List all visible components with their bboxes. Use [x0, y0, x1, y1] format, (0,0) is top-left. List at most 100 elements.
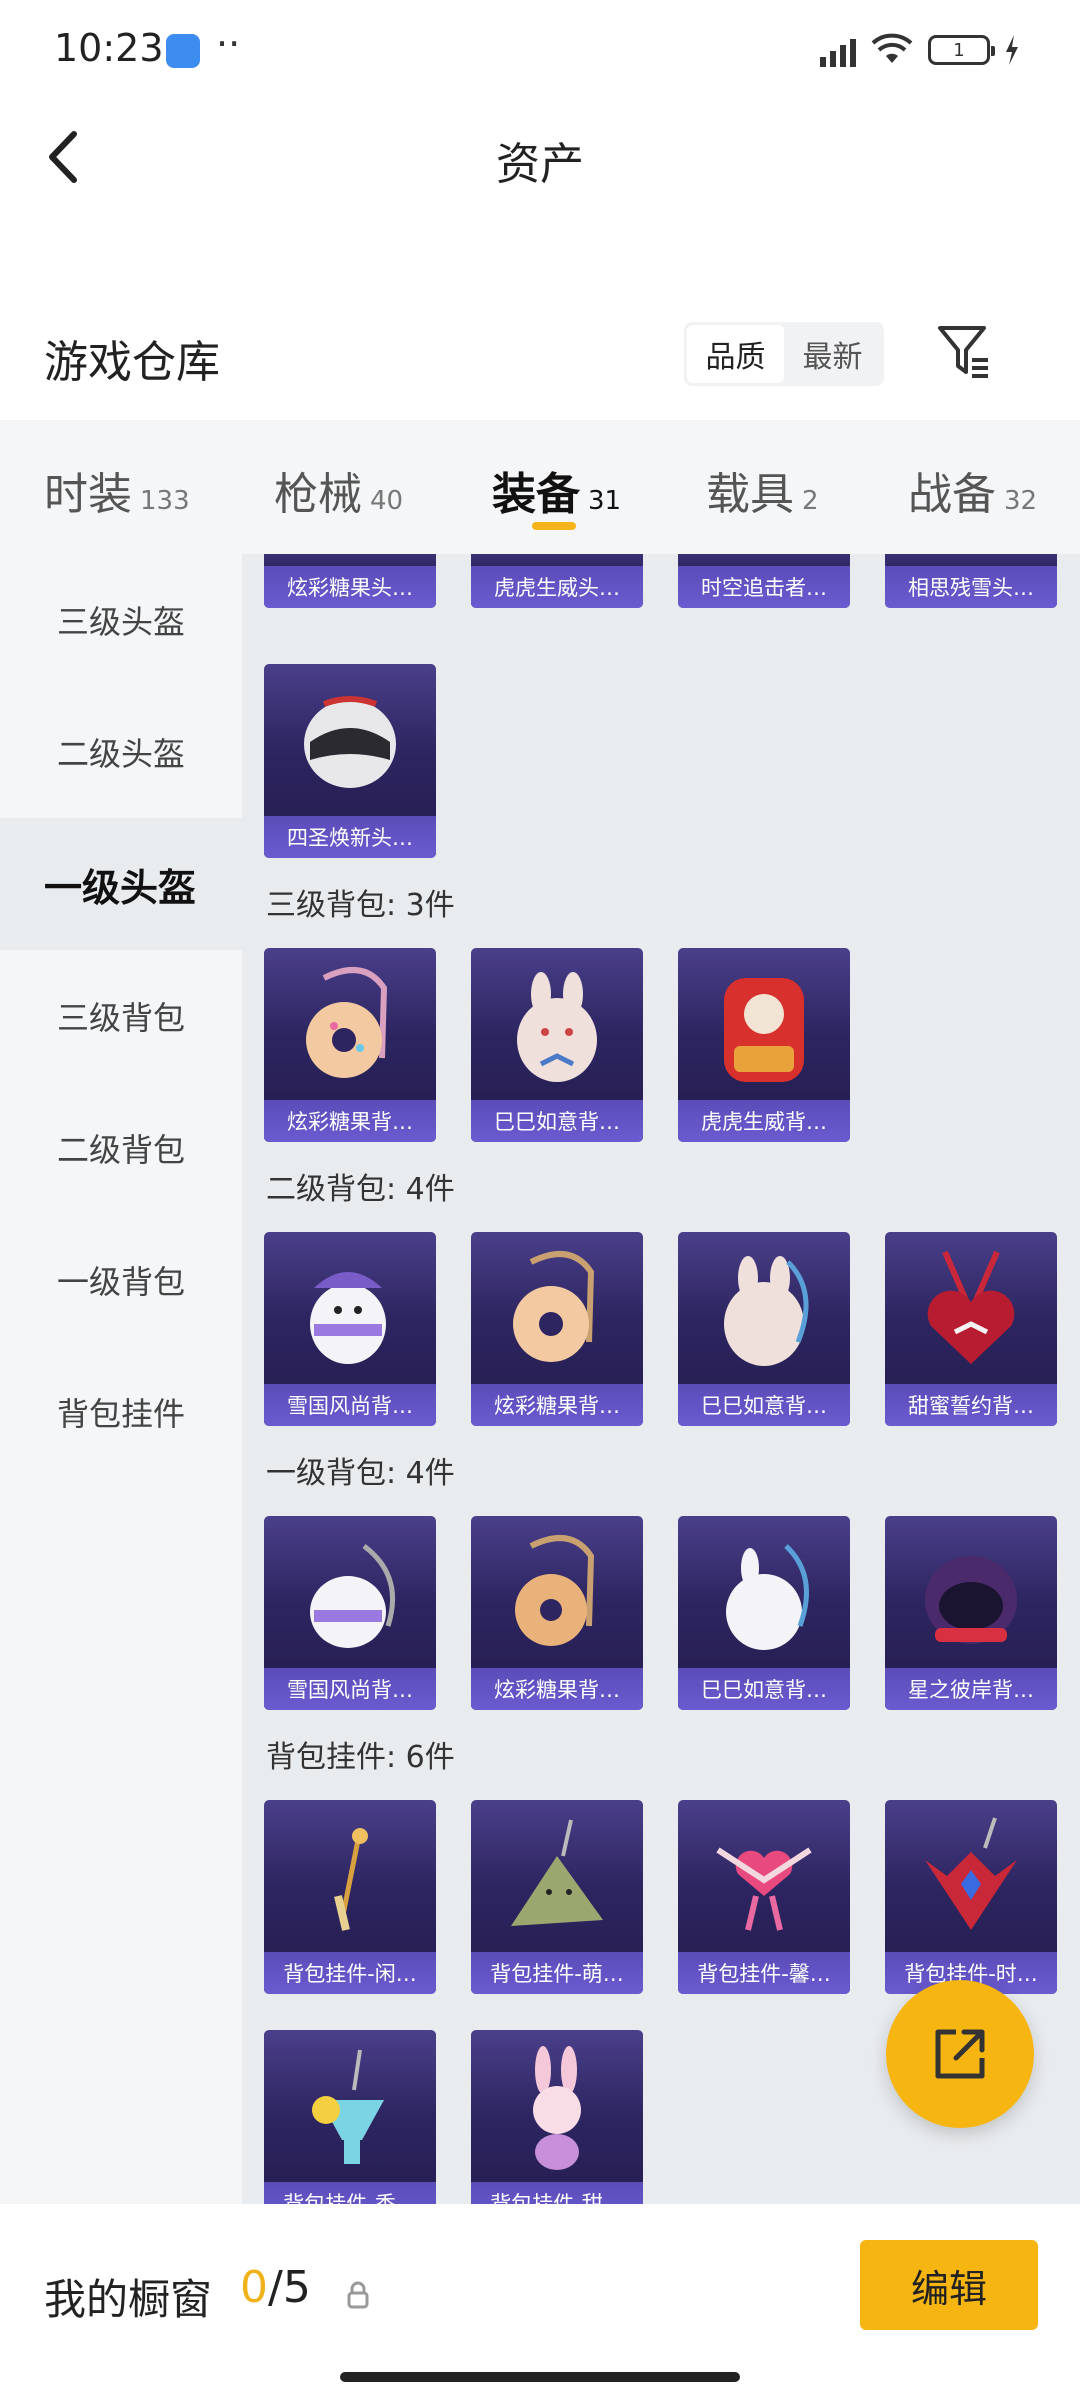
tab-fashion[interactable]: 时装 133: [44, 458, 190, 522]
snow-bag-image: [264, 1232, 436, 1384]
showcase-separator: /: [268, 2262, 283, 2313]
item-label: 炫彩糖果背…: [471, 1384, 643, 1426]
item-card[interactable]: 背包挂件-时…: [885, 1800, 1057, 1994]
share-icon: [935, 2029, 985, 2079]
donut-bag-image: [471, 1232, 643, 1384]
sidebar-item-bag-pendant[interactable]: 背包挂件: [0, 1346, 242, 1478]
tab-label: 装备: [492, 469, 580, 520]
sidebar-item-helmet-lv3[interactable]: 三级头盔: [0, 554, 242, 686]
item-card[interactable]: 星之彼岸背…: [885, 1516, 1057, 1710]
showcase-total: 5: [282, 2262, 311, 2313]
pendant-image: [471, 2030, 643, 2182]
sidebar-item-bag-lv2[interactable]: 二级背包: [0, 1082, 242, 1214]
item-label: 背包挂件-馨…: [678, 1952, 850, 1994]
item-card[interactable]: 背包挂件-萌…: [471, 1800, 643, 1994]
item-label: 背包挂件-闲…: [264, 1952, 436, 1994]
status-time: 10:23: [54, 26, 164, 70]
tab-label: 战备: [908, 469, 996, 520]
snake-bag-image: [678, 1232, 850, 1384]
tab-count: 40: [370, 486, 404, 516]
item-card[interactable]: 背包挂件-馨…: [678, 1800, 850, 1994]
section-title-bag-lv1: 一级背包: 4件: [266, 1456, 455, 1491]
item-card[interactable]: 背包挂件-闲…: [264, 1800, 436, 1994]
share-button[interactable]: [886, 1980, 1034, 2128]
section-title-bag-lv2: 二级背包: 4件: [266, 1172, 455, 1207]
active-tab-indicator: [532, 522, 576, 530]
item-label: 炫彩糖果头…: [264, 566, 436, 608]
category-tabs: 时装 133 枪械 40 装备 31 载具 2 战备 32: [0, 420, 1080, 554]
tab-supplies[interactable]: 战备 32: [908, 458, 1037, 522]
page-title: 资产: [496, 139, 584, 190]
item-label: 巳巳如意背…: [678, 1668, 850, 1710]
wifi-icon: [871, 33, 913, 63]
item-card[interactable]: 巳巳如意背…: [678, 1516, 850, 1710]
item-label: 巳巳如意背…: [678, 1384, 850, 1426]
section-title-pendant: 背包挂件: 6件: [266, 1740, 455, 1775]
helmet-image: [264, 664, 436, 816]
item-grid: 炫彩糖果头… 虎虎生威头… 时空追击者… 相思残雪头… 四圣焕新头… 三级背包:…: [242, 554, 1080, 2204]
item-label: 星之彼岸背…: [885, 1668, 1057, 1710]
item-label: 背包挂件-萌…: [471, 1952, 643, 1994]
item-card[interactable]: 虎虎生威头…: [471, 554, 643, 608]
item-card[interactable]: 炫彩糖果头…: [264, 554, 436, 608]
edit-button[interactable]: 编辑: [860, 2240, 1038, 2330]
showcase-current: 0: [240, 2262, 268, 2313]
charging-icon: [1006, 35, 1018, 65]
item-card[interactable]: 巳巳如意背…: [678, 1232, 850, 1426]
status-bar: 10:23 ·· 1: [0, 0, 1080, 100]
sidebar-item-helmet-lv1[interactable]: 一级头盔: [0, 818, 242, 950]
item-label: 四圣焕新头…: [264, 816, 436, 858]
item-card[interactable]: 背包挂件-香…: [264, 2030, 436, 2204]
item-label: 巳巳如意背…: [471, 1100, 643, 1142]
battery-icon: 1: [928, 35, 995, 65]
item-card[interactable]: 炫彩糖果背…: [264, 948, 436, 1142]
tab-guns[interactable]: 枪械 40: [274, 458, 403, 522]
item-label: 虎虎生威头…: [471, 566, 643, 608]
item-card[interactable]: 甜蜜誓约背…: [885, 1232, 1057, 1426]
item-card[interactable]: 炫彩糖果背…: [471, 1516, 643, 1710]
tab-equipment[interactable]: 装备 31: [492, 458, 621, 522]
pendant-image: [264, 1800, 436, 1952]
tab-vehicles[interactable]: 载具 2: [706, 458, 819, 522]
item-label: 背包挂件-香…: [264, 2182, 436, 2204]
item-card[interactable]: 巳巳如意背…: [471, 948, 643, 1142]
app-notification-icon: [166, 34, 200, 68]
lock-icon: [347, 2281, 369, 2309]
tab-count: 133: [140, 486, 190, 516]
showcase-label: 我的橱窗: [44, 2275, 213, 2324]
item-card[interactable]: 雪国风尚背…: [264, 1516, 436, 1710]
item-label: 相思残雪头…: [885, 566, 1057, 608]
signal-icon: [820, 33, 856, 67]
pendant-image: [264, 2030, 436, 2182]
item-label: 虎虎生威背…: [678, 1100, 850, 1142]
item-card[interactable]: 时空追击者…: [678, 554, 850, 608]
tab-count: 31: [588, 486, 622, 516]
sort-newest-button[interactable]: 最新: [784, 325, 881, 383]
item-label: 炫彩糖果背…: [264, 1100, 436, 1142]
item-card[interactable]: 四圣焕新头…: [264, 664, 436, 858]
item-card[interactable]: 背包挂件-甜…: [471, 2030, 643, 2204]
item-card[interactable]: 虎虎生威背…: [678, 948, 850, 1142]
snake-bag-image: [471, 948, 643, 1100]
section-title-bag-lv3: 三级背包: 3件: [266, 888, 455, 923]
sort-quality-button[interactable]: 品质: [687, 325, 784, 383]
snake-bag-image: [678, 1516, 850, 1668]
sidebar-item-helmet-lv2[interactable]: 二级头盔: [0, 686, 242, 818]
sidebar-item-bag-lv1[interactable]: 一级背包: [0, 1214, 242, 1346]
home-indicator[interactable]: [340, 2372, 740, 2382]
item-label: 炫彩糖果背…: [471, 1668, 643, 1710]
item-card[interactable]: 炫彩糖果背…: [471, 1232, 643, 1426]
sidebar-item-bag-lv3[interactable]: 三级背包: [0, 950, 242, 1082]
tab-label: 时装: [44, 469, 132, 520]
pendant-image: [471, 1800, 643, 1952]
filter-button[interactable]: [934, 318, 994, 382]
item-card[interactable]: 雪国风尚背…: [264, 1232, 436, 1426]
heart-bag-image: [885, 1232, 1057, 1384]
more-notifications-icon: ··: [216, 22, 241, 66]
item-card[interactable]: 相思残雪头…: [885, 554, 1057, 608]
item-label: 雪国风尚背…: [264, 1668, 436, 1710]
tab-count: 32: [1004, 486, 1038, 516]
filter-icon: [938, 326, 988, 378]
warehouse-title: 游戏仓库: [44, 337, 220, 388]
item-label: 背包挂件-甜…: [471, 2182, 643, 2204]
